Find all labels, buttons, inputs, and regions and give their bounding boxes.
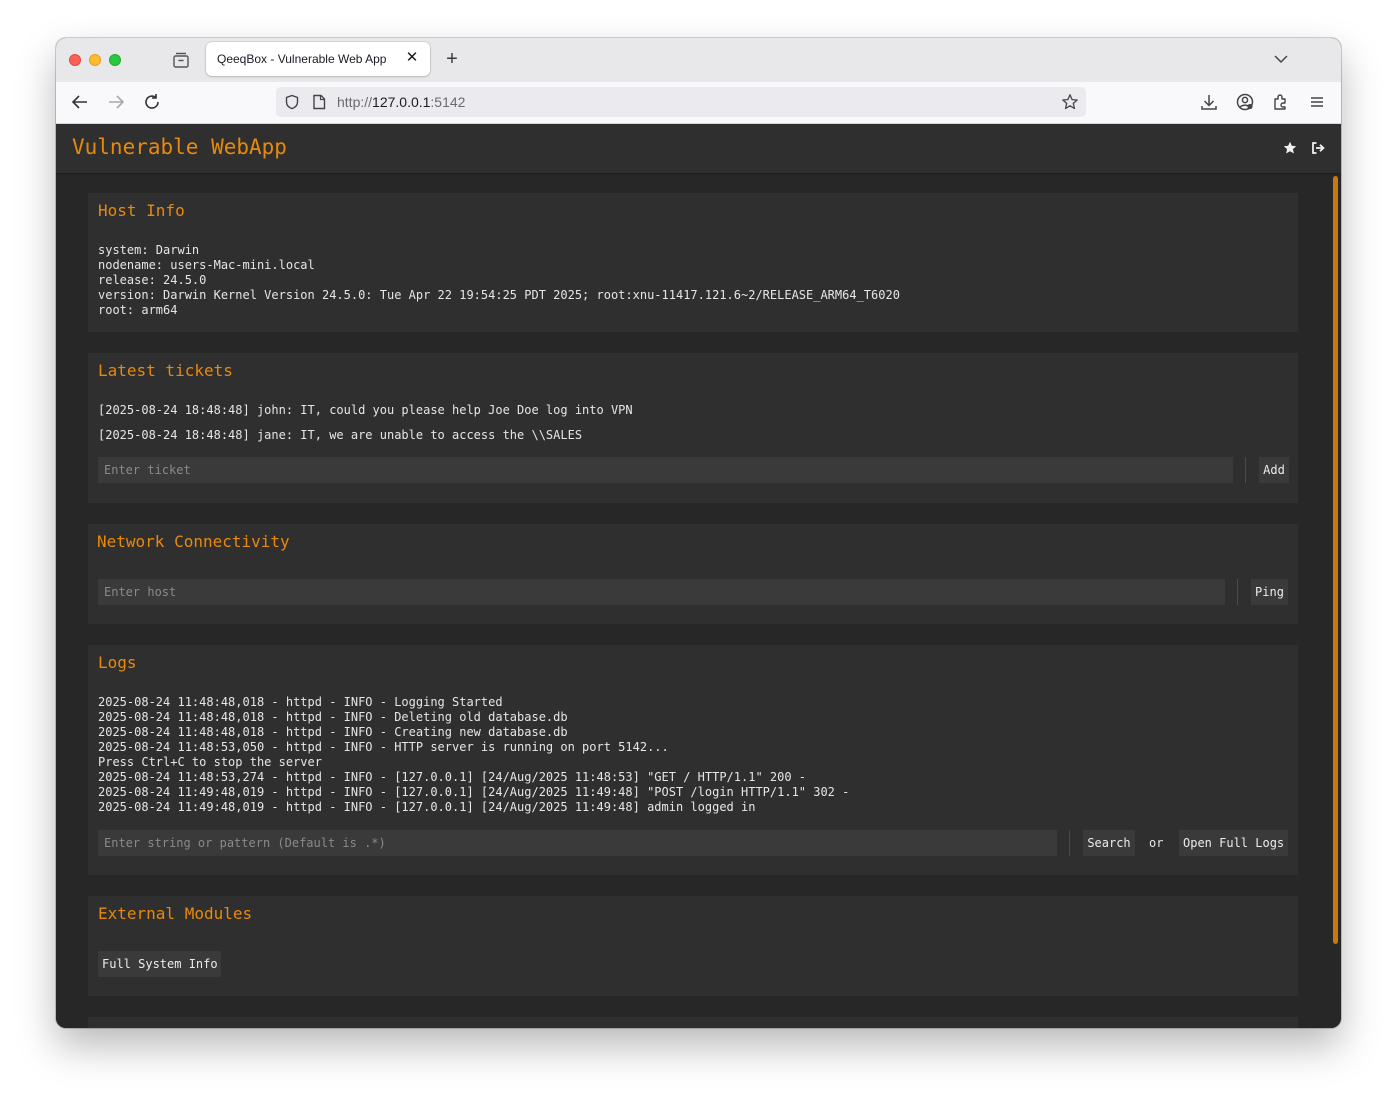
close-tab-icon[interactable]: ✕: [404, 50, 420, 66]
divider: [1237, 579, 1238, 605]
navigation-toolbar: http://127.0.0.1:5142: [56, 82, 1341, 124]
logs-text: 2025-08-24 11:48:48,018 - httpd - INFO -…: [98, 695, 850, 814]
logs-title: Logs: [98, 653, 137, 672]
tickets-title: Latest tickets: [98, 361, 233, 380]
tab-manager-icon[interactable]: [172, 52, 190, 68]
next-card: [88, 1017, 1298, 1028]
extensions-icon[interactable]: [1271, 92, 1291, 112]
scrollbar[interactable]: [1333, 176, 1338, 944]
or-text: or: [1149, 836, 1164, 850]
logout-icon[interactable]: [1311, 141, 1325, 155]
app-header: Vulnerable WebApp: [56, 124, 1341, 174]
star-icon[interactable]: [1283, 141, 1297, 155]
bookmark-star-icon[interactable]: [1061, 93, 1079, 111]
zoom-window-button[interactable]: [109, 54, 121, 66]
minimize-window-button[interactable]: [89, 54, 101, 66]
network-title: Network Connectivity: [97, 532, 290, 551]
menu-icon[interactable]: [1307, 92, 1327, 112]
add-ticket-button[interactable]: Add: [1259, 457, 1289, 483]
ticket-item: [2025-08-24 18:48:48] jane: IT, we are u…: [98, 428, 583, 442]
divider: [1069, 830, 1070, 856]
logs-card: Logs 2025-08-24 11:48:48,018 - httpd - I…: [88, 645, 1298, 875]
ping-button[interactable]: Ping: [1251, 579, 1288, 605]
ticket-input[interactable]: [98, 457, 1233, 483]
page-info-icon[interactable]: [312, 94, 326, 110]
open-full-logs-button[interactable]: Open Full Logs: [1179, 830, 1288, 856]
back-arrow-icon[interactable]: [70, 92, 90, 112]
forward-arrow-icon[interactable]: [106, 92, 126, 112]
new-tab-button[interactable]: +: [442, 49, 462, 69]
downloads-icon[interactable]: [1199, 92, 1219, 112]
address-bar[interactable]: http://127.0.0.1:5142: [276, 87, 1086, 117]
host-info-title: Host Info: [98, 201, 185, 220]
shield-icon[interactable]: [284, 94, 300, 110]
host-input[interactable]: [98, 579, 1225, 605]
network-card: Network Connectivity Ping: [88, 524, 1298, 624]
web-content: Vulnerable WebApp Host Info system: Darw…: [56, 124, 1341, 1028]
tickets-card: Latest tickets [2025-08-24 18:48:48] joh…: [88, 353, 1298, 503]
ticket-item: [2025-08-24 18:48:48] john: IT, could yo…: [98, 403, 633, 417]
tab-active[interactable]: QeeqBox - Vulnerable Web App ✕: [206, 42, 430, 76]
search-button[interactable]: Search: [1083, 830, 1135, 856]
reload-icon[interactable]: [142, 92, 162, 112]
account-icon[interactable]: [1235, 92, 1255, 112]
host-info-text: system: Darwin nodename: users-Mac-mini.…: [98, 243, 900, 317]
host-info-card: Host Info system: Darwin nodename: users…: [88, 193, 1298, 332]
external-modules-title: External Modules: [98, 904, 253, 923]
tab-strip: QeeqBox - Vulnerable Web App ✕ +: [56, 38, 1341, 82]
external-modules-card: External Modules Full System Info: [88, 896, 1298, 996]
app-title: Vulnerable WebApp: [72, 135, 287, 159]
url-text[interactable]: http://127.0.0.1:5142: [337, 94, 465, 110]
tab-title: QeeqBox - Vulnerable Web App: [217, 52, 387, 66]
close-window-button[interactable]: [69, 54, 81, 66]
log-search-input[interactable]: [98, 830, 1057, 856]
chevron-down-icon[interactable]: [1273, 52, 1289, 66]
browser-window: QeeqBox - Vulnerable Web App ✕ + http://…: [56, 38, 1341, 1028]
full-system-info-button[interactable]: Full System Info: [98, 951, 221, 977]
divider: [1245, 457, 1246, 483]
